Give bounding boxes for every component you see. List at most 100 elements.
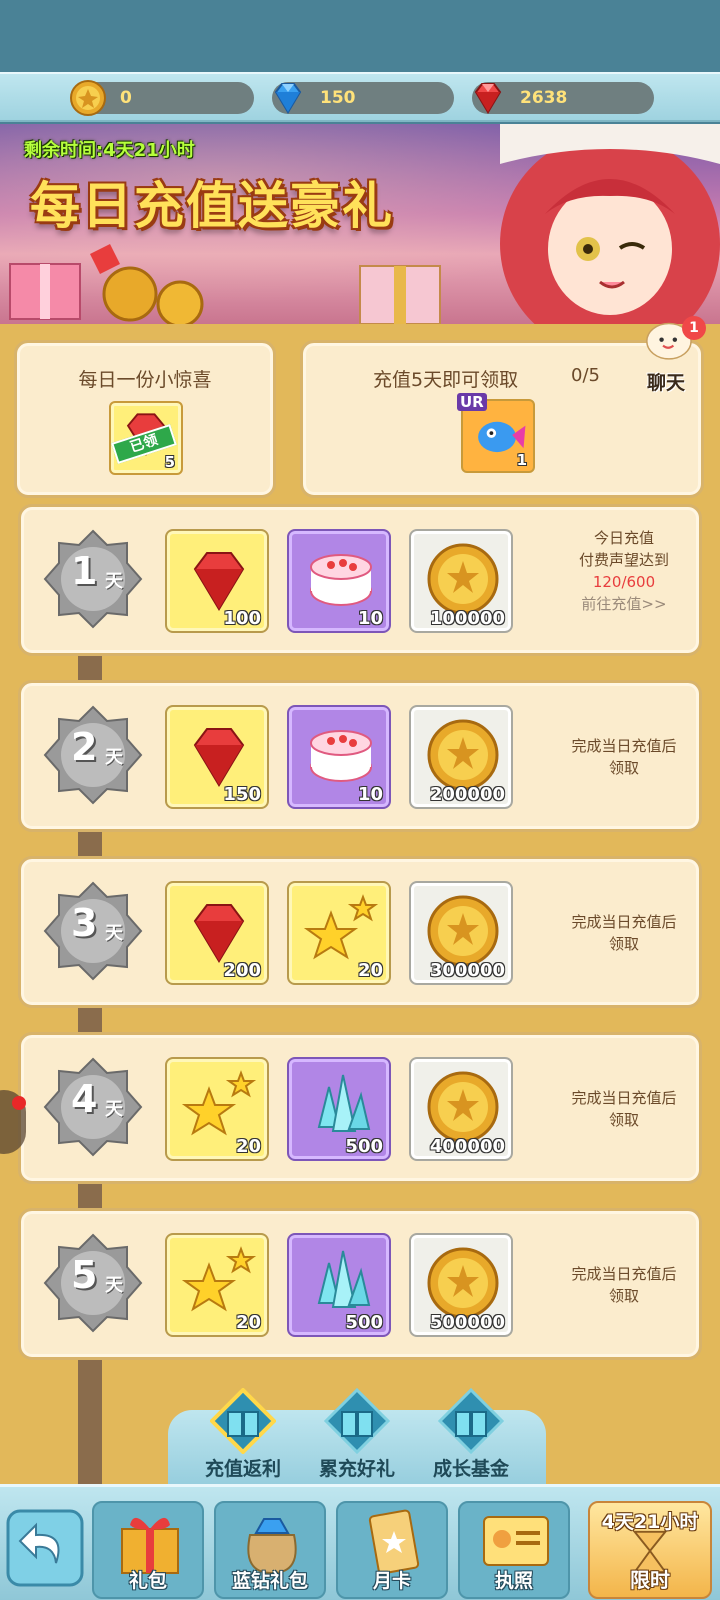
reward-count: 100000 [429, 608, 505, 629]
status-line: 付费声望达到 [578, 551, 669, 569]
chat-button[interactable]: 聊天 1 [628, 316, 706, 398]
day-row-5: 5 天 20 500 500000 完成当日充值后 领取 [18, 1208, 702, 1360]
status-line: 领取 [608, 1287, 639, 1305]
bottom-nav: 礼包 蓝钻礼包 月卡 执照 4天21小时 限时 [0, 1484, 720, 1600]
status-line: 完成当日充值后 [571, 1089, 677, 1107]
ruby-icon [193, 728, 245, 787]
ruby-icon [193, 904, 245, 963]
tab-label: 成长基金 [432, 1458, 509, 1480]
blue-diamond-currency: 150 [272, 82, 454, 114]
status-line: 今日充值 [593, 529, 654, 547]
ruby-icon [193, 552, 245, 611]
nav-license[interactable]: 执照 [458, 1501, 570, 1599]
day-row-3: 3 天 200 20 300000 完成当日充值后 领取 [18, 856, 702, 1008]
gold-coin-icon [427, 1247, 499, 1319]
currency-bar: 0 150 2638 [0, 72, 720, 122]
top-bar-spacer [0, 0, 720, 70]
reward-item[interactable]: 200000 [409, 705, 513, 809]
gold-coin-icon [427, 719, 499, 791]
reputation-progress: 120/600 [592, 573, 656, 591]
reward-count: 10 [357, 784, 383, 805]
stars-icon [303, 894, 379, 960]
reward-item[interactable]: 20 [165, 1057, 269, 1161]
nav-label: 蓝钻礼包 [231, 1570, 308, 1592]
limited-timer: 4天21小时 [601, 1511, 699, 1533]
red-diamond-currency: 2638 [472, 82, 654, 114]
nav-label: 执照 [494, 1570, 533, 1592]
gift-icon [438, 1388, 504, 1454]
claim-status: 完成当日充值后 领取 [549, 1263, 699, 1307]
status-line: 领取 [608, 935, 639, 953]
gold-currency: 0 [70, 80, 254, 116]
character-illustration [500, 124, 720, 324]
reward-count: 500000 [429, 1312, 505, 1333]
reward-item[interactable]: 300000 [409, 881, 513, 985]
day-row-4: 4 天 20 500 400000 完成当日充值后 领取 [18, 1032, 702, 1184]
day-badge-icon [43, 1057, 143, 1157]
day-row-2: 2 天 150 10 200000 完成当日充值后 领取 [18, 680, 702, 832]
reward-count: 200000 [429, 784, 505, 805]
back-arrow-icon[interactable] [6, 1503, 84, 1593]
nav-monthly-card[interactable]: 月卡 [336, 1501, 448, 1599]
day-row-1: 1 天 100 10 100000 今日充值 付费声望达到 120/600 前往… [18, 504, 702, 656]
reward-item[interactable]: 500000 [409, 1233, 513, 1337]
reward-count: 10 [357, 608, 383, 629]
tab-cumulative-gifts[interactable]: 累充好礼 [302, 1388, 412, 1480]
red-diamond-icon [474, 83, 502, 114]
daily-surprise-reward[interactable]: 已领 5 [109, 401, 183, 475]
status-line: 完成当日充值后 [571, 1265, 677, 1283]
reward-count: 1 [516, 451, 527, 469]
status-line: 完成当日充值后 [571, 737, 677, 755]
ur-badge: UR [457, 393, 487, 411]
reward-item[interactable]: 150 [165, 705, 269, 809]
nav-label: 礼包 [128, 1570, 167, 1592]
gold-coin-icon [70, 80, 106, 116]
status-line: 领取 [608, 1111, 639, 1129]
event-timer: 剩余时间:4天21小时 [24, 140, 195, 161]
reward-item[interactable]: 10 [287, 705, 391, 809]
five-day-reward-item[interactable]: UR 1 [457, 393, 535, 473]
nav-gift-pack[interactable]: 礼包 [92, 1501, 204, 1599]
gold-coin-icon [427, 1071, 499, 1143]
reward-item[interactable]: 500 [287, 1233, 391, 1337]
nav-label: 月卡 [372, 1570, 411, 1592]
chat-label: 聊天 [646, 372, 685, 394]
reward-item[interactable]: 100 [165, 529, 269, 633]
reward-count: 5 [164, 453, 175, 471]
five-day-title: 充值5天即可领取 [373, 369, 519, 391]
reward-count: 150 [223, 784, 261, 805]
day-badge-icon [43, 1233, 143, 1333]
tab-growth-fund[interactable]: 成长基金 [416, 1388, 526, 1480]
tab-label: 充值返利 [204, 1458, 281, 1480]
limited-time-button[interactable]: 4天21小时 限时 [588, 1501, 712, 1599]
gold-amount: 0 [120, 88, 132, 108]
event-banner: 剩余时间:4天21小时 每日充值送豪礼 [0, 124, 720, 324]
crystal-icon [317, 1250, 371, 1308]
go-recharge-link[interactable]: 前往充值>> [549, 593, 699, 615]
gift-clock-icon [324, 1388, 390, 1454]
day-badge-icon [43, 529, 143, 629]
reward-item[interactable]: 10 [287, 529, 391, 633]
reward-count: 500 [345, 1312, 383, 1333]
recharge-status: 今日充值 付费声望达到 120/600 前往充值>> [549, 527, 699, 615]
cake-icon [310, 554, 372, 606]
stars-icon [181, 1246, 257, 1312]
reward-item[interactable]: 20 [287, 881, 391, 985]
gold-coin-icon [427, 895, 499, 967]
reward-item[interactable]: 20 [165, 1233, 269, 1337]
reward-count: 20 [357, 960, 383, 981]
crystal-icon [317, 1074, 371, 1132]
reward-item[interactable]: 500 [287, 1057, 391, 1161]
reward-item[interactable]: 200 [165, 881, 269, 985]
reward-count: 20 [235, 1136, 261, 1157]
reward-item[interactable]: 100000 [409, 529, 513, 633]
red-diamond-amount: 2638 [520, 88, 568, 108]
blue-diamond-amount: 150 [320, 88, 356, 108]
day-badge-icon [43, 705, 143, 805]
reward-count: 300000 [429, 960, 505, 981]
claim-status: 完成当日充值后 领取 [549, 735, 699, 779]
tab-label: 累充好礼 [318, 1458, 395, 1480]
nav-blue-diamond-pack[interactable]: 蓝钻礼包 [214, 1501, 326, 1599]
tab-recharge-rebate[interactable]: 充值返利 [188, 1388, 298, 1480]
reward-item[interactable]: 400000 [409, 1057, 513, 1161]
